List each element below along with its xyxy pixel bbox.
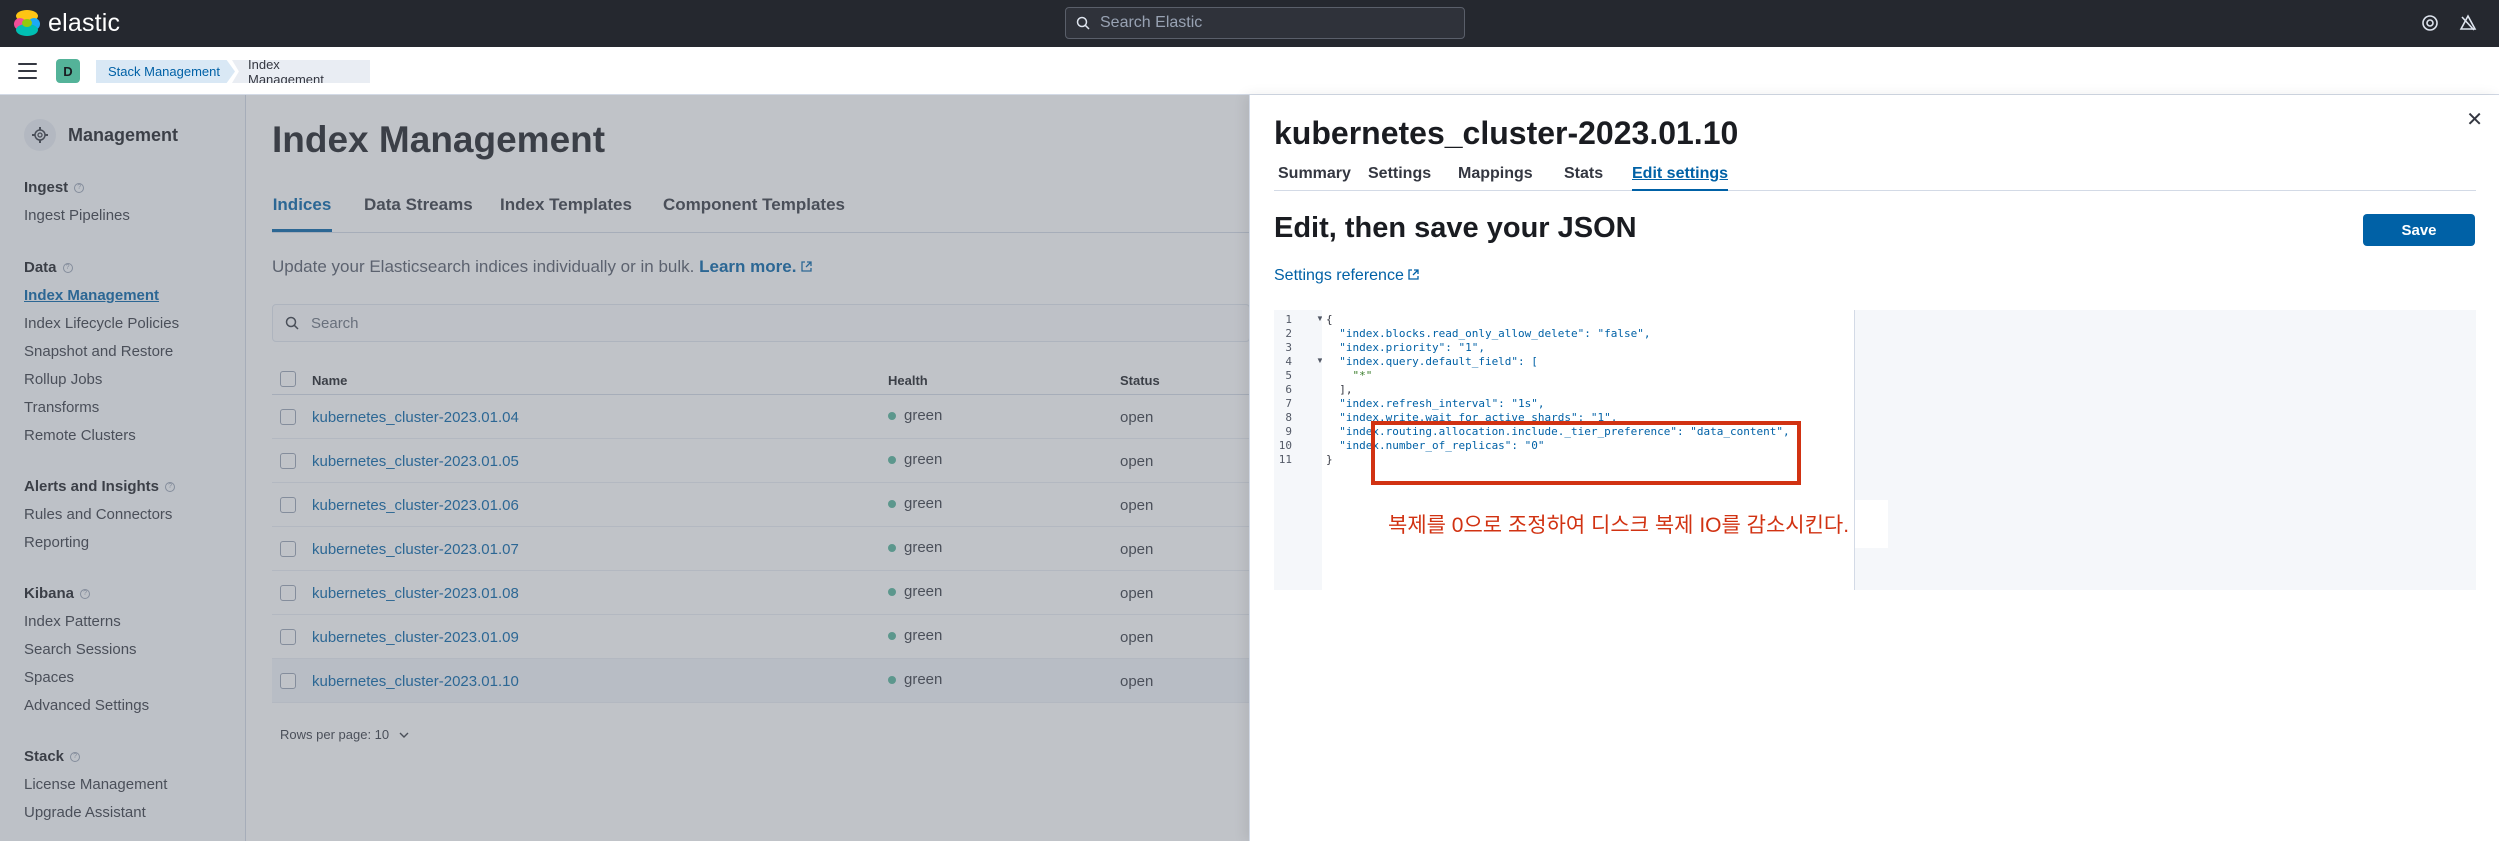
newsfeed-icon[interactable] [2457, 12, 2479, 34]
menu-icon[interactable] [18, 63, 37, 79]
tab-edit-settings[interactable]: Edit settings [1632, 165, 1729, 191]
code-line: ], [1326, 383, 1353, 396]
code-line: { [1326, 313, 1333, 326]
code-line: "index.blocks.read_only_allow_delete": "… [1326, 327, 1651, 340]
breadcrumb-bar: D Stack Management Index Management [0, 47, 2499, 95]
global-search-input[interactable]: Search Elastic [1065, 7, 1465, 39]
breadcrumb-index-management: Index Management [232, 60, 370, 83]
tab-stats[interactable]: Stats [1564, 165, 1603, 191]
code-line: "*" [1326, 369, 1373, 382]
index-details-flyout: ✕ kubernetes_cluster-2023.01.10 Summary … [1249, 95, 2499, 841]
flyout-title: kubernetes_cluster-2023.01.10 [1274, 115, 1739, 151]
editor-code-area[interactable]: { "index.blocks.read_only_allow_delete":… [1322, 310, 1888, 590]
code-line: } [1326, 453, 1333, 466]
tab-mappings[interactable]: Mappings [1458, 165, 1533, 191]
help-icon[interactable] [2419, 12, 2441, 34]
code-line: "index.refresh_interval": "1s", [1326, 397, 1545, 410]
elastic-logo[interactable]: elastic [14, 8, 120, 38]
breadcrumb-stack-management[interactable]: Stack Management [96, 60, 235, 83]
settings-reference-link[interactable]: Settings reference [1274, 267, 1419, 285]
editor-gutter: 1 ▼ 2 3 4 ▼ 5 6 7 8 9 10 11 [1274, 310, 1324, 590]
edit-settings-heading: Edit, then save your JSON [1274, 212, 1637, 244]
flyout-tabs: Summary Settings Mappings Stats Edit set… [1274, 159, 2476, 191]
json-editor[interactable]: 1 ▼ 2 3 4 ▼ 5 6 7 8 9 10 11 { "index.block… [1274, 310, 2476, 590]
code-line: "index.query.default_field": [ [1326, 355, 1538, 368]
tab-settings[interactable]: Settings [1368, 165, 1431, 191]
close-icon[interactable]: ✕ [2466, 107, 2483, 132]
global-search-placeholder: Search Elastic [1100, 14, 1203, 31]
editor-divider [1854, 310, 1855, 590]
elastic-logo-icon [14, 10, 40, 36]
highlight-box [1371, 421, 1801, 485]
search-icon [1076, 16, 1090, 30]
save-button[interactable]: Save [2363, 214, 2475, 246]
tab-summary[interactable]: Summary [1278, 165, 1351, 191]
logo-text: elastic [48, 8, 121, 37]
top-header: elastic Search Elastic [0, 0, 2499, 47]
code-line: "index.priority": "1", [1326, 341, 1485, 354]
external-link-icon [1408, 269, 1419, 280]
space-avatar[interactable]: D [56, 59, 80, 83]
annotation-text: 복제를 0으로 조정하여 디스크 복제 IO를 감소시킨다. [1378, 500, 1888, 548]
flyout-overlay-mask[interactable] [0, 95, 1250, 841]
